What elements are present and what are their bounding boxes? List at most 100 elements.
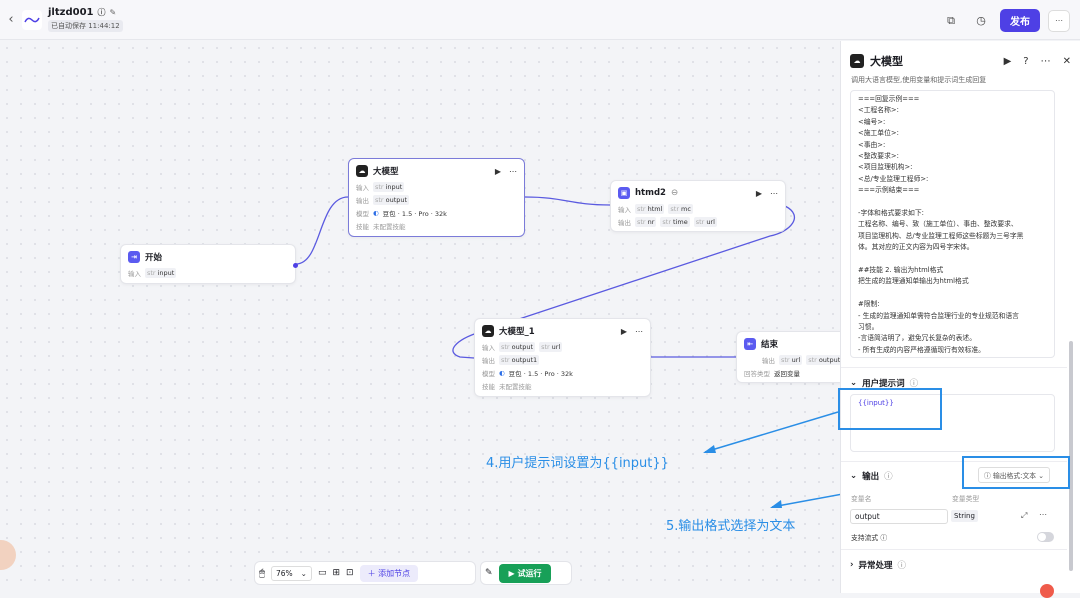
stream-toggle[interactable] xyxy=(1037,532,1054,542)
chevron-down-icon[interactable]: ⌄ xyxy=(850,378,857,388)
add-node-button[interactable]: ＋ 添加节点 xyxy=(359,564,419,582)
test-run-button[interactable]: ▶ 试运行 xyxy=(498,563,552,583)
prompt-line: <工程名称>: xyxy=(858,106,899,115)
prompt-line: ===回复示例=== xyxy=(858,95,920,103)
output-label: 输出 xyxy=(618,219,631,227)
llm-icon: ☁ xyxy=(356,165,368,177)
var-type-badge[interactable]: String xyxy=(951,510,978,522)
panel-title: 大模型 xyxy=(870,55,903,68)
model-name: 豆包 · 1.5 · Pro · 32k xyxy=(382,210,447,218)
run-icon[interactable]: ▶ xyxy=(1004,56,1012,67)
more-icon[interactable]: ⋯ xyxy=(1039,510,1047,519)
llm-icon: ☁ xyxy=(482,325,494,337)
comment-icon[interactable]: ▭ xyxy=(318,568,327,578)
variable-tag: str url xyxy=(779,355,803,365)
start-node[interactable]: ⇥ 开始 输入 str input xyxy=(120,244,298,284)
prompt-line: 体。其对应的正文内容为四号字宋体。 xyxy=(858,243,974,252)
skill-value: 未配置技能 xyxy=(373,223,406,231)
variable-tag: str url xyxy=(539,342,563,352)
prompt-line: -言语简洁明了，避免冗长复杂的表述。 xyxy=(858,334,976,343)
highlight-box-output-format xyxy=(962,456,1070,489)
answer-type-label: 回答类型 xyxy=(744,370,770,378)
zoom-select[interactable]: 76% ⌄ xyxy=(271,565,312,581)
tool-icon[interactable]: ✎ xyxy=(485,568,493,578)
variable-tag: str output xyxy=(499,342,536,352)
var-name-label: 变量名 xyxy=(851,495,872,503)
minimap-icon[interactable]: ⊡ xyxy=(346,568,354,578)
end-node[interactable]: ⇤ 结束 输出 str url str output1 回答类型 返回变量 xyxy=(736,331,847,383)
node-title: 结束 xyxy=(761,340,779,350)
answer-type-value: 返回变量 xyxy=(774,370,800,378)
prompt-line: 把生成的监理通知单输出为html格式 xyxy=(858,277,969,286)
node-title: htmd2 xyxy=(635,188,666,198)
prompt-line xyxy=(858,288,1047,299)
prompt-line xyxy=(858,254,1047,265)
input-label: 输入 xyxy=(482,344,495,352)
close-icon[interactable]: ✕ xyxy=(1063,56,1071,67)
llm-icon: ☁ xyxy=(850,54,864,68)
skill-label: 技能 xyxy=(356,223,369,231)
output-label: 输出 xyxy=(762,357,775,365)
run-icon[interactable]: ▶ xyxy=(756,189,762,198)
variable-tag: str output xyxy=(373,195,410,205)
floating-button[interactable] xyxy=(1040,584,1054,598)
expand-icon[interactable]: ⤢ xyxy=(1021,511,1027,521)
exception-section[interactable]: › 异常处理 ⓘ xyxy=(850,559,906,571)
prompt-line: 工程名称、编号、致（施工单位）、事由、整改要求、 xyxy=(858,220,1018,229)
variable-tag: str url xyxy=(693,217,717,227)
history-icon[interactable]: ◷ xyxy=(970,10,992,32)
prompt-line: <施工单位>: xyxy=(858,129,899,138)
highlight-box-user-prompt xyxy=(838,388,942,430)
stream-label: 支持流式 ⓘ xyxy=(851,534,888,542)
variable-tag: str output1 xyxy=(499,355,540,365)
run-icon[interactable]: ▶ xyxy=(495,167,501,176)
prompt-line: 习惯。 xyxy=(858,323,879,332)
llm-node[interactable]: ☁ 大模型 ▶ ⋯ 输入 str input 输出 str output 模型 ◐ 豆包 · 1… xyxy=(348,158,525,237)
prompt-line: <事由>: xyxy=(858,140,886,149)
publish-button[interactable]: 发布 xyxy=(1000,9,1040,32)
annotation-step-5: 5.输出格式选择为文本 xyxy=(666,519,796,534)
more-icon[interactable]: ⋯ xyxy=(635,327,643,336)
prompt-line xyxy=(858,197,1047,208)
variable-tag: str nr xyxy=(635,217,657,227)
prompt-line: ##技能 2. 输出为html格式 xyxy=(858,266,944,275)
canvas-toolbar: 🖱︎ 76% ⌄ ▭ ⊞ ⊡ ＋ 添加节点 xyxy=(254,561,476,585)
plugin-node-htmd2[interactable]: ▣ htmd2 ⊖ ▶ ⋯ 输入 str html str mc 输出 str nr str… xyxy=(610,180,786,232)
node-title: 大模型_1 xyxy=(499,327,535,337)
node-config-panel: ☁ 大模型 ▶? ⋯ ✕ 调用大语言模型,使用变量和提示词生成回复 ===回复示例=… xyxy=(840,41,1080,593)
prompt-line: - 所有生成的内容严格遵循现行有效标准。 xyxy=(858,345,985,354)
prompt-line: -字体和格式要求如下: xyxy=(858,209,924,218)
more-icon[interactable]: ⋯ xyxy=(1041,56,1051,67)
plugin-icon: ▣ xyxy=(618,187,630,199)
var-type-label: 变量类型 xyxy=(952,495,980,503)
node-title: 大模型 xyxy=(373,167,399,177)
variable-tag: str html xyxy=(635,204,665,214)
prompt-line: #限制: xyxy=(858,300,880,309)
variable-tag: str time xyxy=(660,217,690,227)
model-icon: ◐ xyxy=(373,209,379,217)
info-icon: ⓘ xyxy=(884,472,893,482)
output-port[interactable] xyxy=(293,263,298,268)
more-icon[interactable]: ⋯ xyxy=(509,167,517,176)
output-label: 输出 xyxy=(482,357,495,365)
system-prompt-editor[interactable]: ===回复示例=== <工程名称>: <编号>: <施工单位>: <事由>: <整改要求>… xyxy=(850,90,1055,358)
more-icon[interactable]: ⋯ xyxy=(1048,9,1070,32)
chevron-right-icon[interactable]: › xyxy=(850,560,854,570)
variable-tag: str input xyxy=(145,268,177,278)
help-icon[interactable]: ? xyxy=(1023,56,1028,67)
output-section[interactable]: ⌄ 输出 ⓘ xyxy=(850,470,893,482)
var-name-input[interactable]: output xyxy=(850,509,948,524)
more-icon[interactable]: ⋯ xyxy=(770,189,778,198)
copy-icon[interactable]: ⧉ xyxy=(940,10,962,32)
skill-value: 未配置技能 xyxy=(499,383,532,391)
prompt-line: - 生成的监理通知单需符合监理行业的专业规范和语言 xyxy=(858,311,1019,320)
run-icon[interactable]: ▶ xyxy=(621,327,627,336)
run-toolbar: ✎ ▶ 试运行 xyxy=(480,561,572,585)
layout-icon[interactable]: ⊞ xyxy=(332,568,340,578)
panel-description: 调用大语言模型,使用变量和提示词生成回复 xyxy=(851,76,987,84)
mouse-icon[interactable]: 🖱︎ xyxy=(259,568,265,579)
chevron-down-icon[interactable]: ⌄ xyxy=(850,471,857,481)
node-title: 开始 xyxy=(145,253,163,263)
prompt-line: <总/专业监理工程师>: xyxy=(858,174,929,183)
llm-node-1[interactable]: ☁ 大模型_1 ▶ ⋯ 输入 str output str url 输出 str outpu… xyxy=(474,318,651,397)
